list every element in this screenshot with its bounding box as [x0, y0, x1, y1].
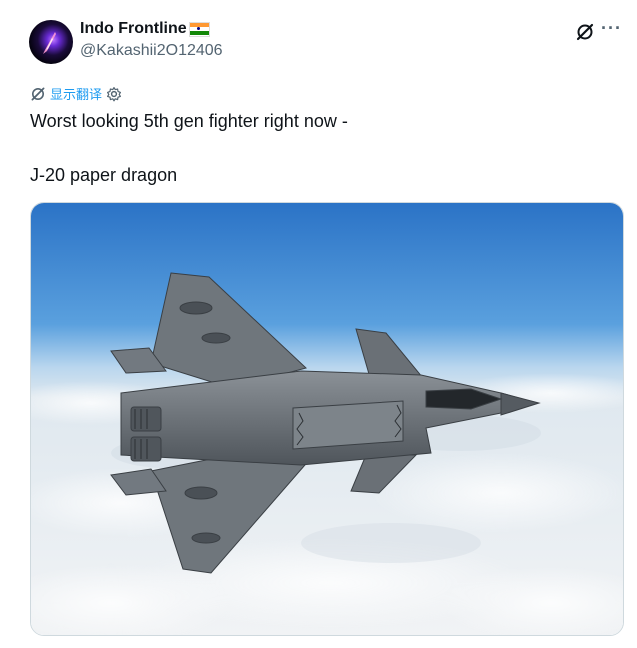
grok-icon — [31, 87, 45, 100]
gear-icon[interactable] — [106, 86, 122, 102]
avatar[interactable] — [29, 20, 73, 64]
india-flag-icon — [188, 21, 210, 37]
author-name-row[interactable]: Indo Frontline — [80, 20, 210, 38]
show-translation-link[interactable]: 显示翻译 — [50, 84, 102, 103]
post-text-line-2: J-20 paper dragon — [30, 165, 178, 185]
post-media-image[interactable] — [30, 202, 624, 636]
more-options-button[interactable]: ··· — [601, 18, 622, 39]
author-handle[interactable]: @Kakashii2O12406 — [80, 42, 223, 60]
author-display-name[interactable]: Indo Frontline — [80, 20, 187, 38]
post-text-line-1: Worst looking 5th gen fighter right now … — [30, 111, 348, 131]
show-translation-row[interactable]: 显示翻译 — [30, 84, 122, 103]
grok-icon[interactable] — [575, 22, 595, 42]
avatar-streak-icon — [43, 32, 56, 54]
fighter-jet-photo — [31, 203, 623, 635]
